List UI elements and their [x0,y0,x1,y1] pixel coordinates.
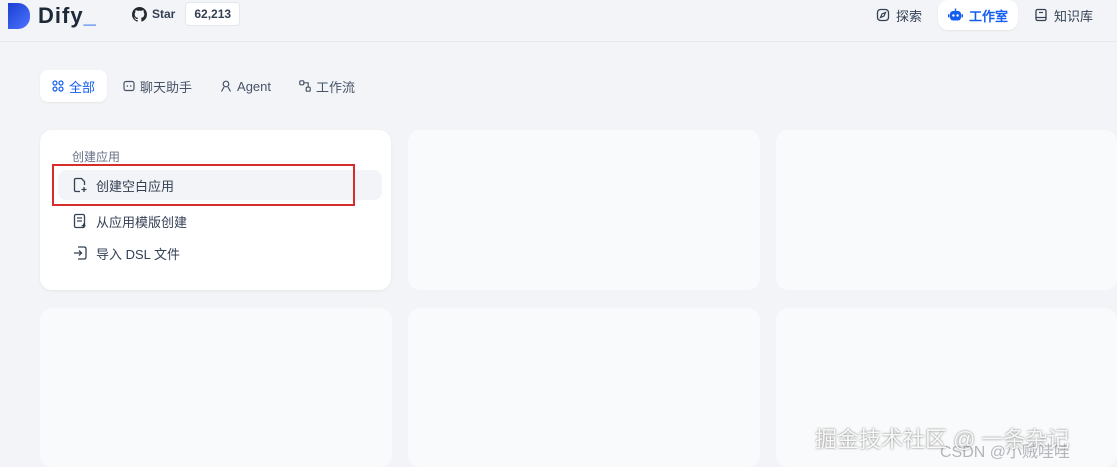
tab-workflow-label: 工作流 [316,79,356,95]
app-card-placeholder [408,308,760,467]
juejin-watermark: 掘金技术社区 @ 一条杂记 [815,427,1070,452]
grid-icon [52,80,64,92]
top-bar: Dify_ Star 62,213 探索 工作室 知识库 [0,0,1117,42]
main-nav: 探索 工作室 知识库 [866,0,1103,30]
nav-knowledge-label: 知识库 [1053,8,1093,24]
robot-icon [947,8,963,21]
tab-all-label: 全部 [69,79,96,95]
tab-agent-label: Agent [237,78,272,94]
github-star-button[interactable]: Star [126,6,181,22]
tab-agent[interactable]: Agent [208,70,283,102]
app-card-placeholder [40,308,392,467]
import-dsl-label: 导入 DSL 文件 [96,246,181,262]
import-dsl-button[interactable]: 导入 DSL 文件 [58,238,382,268]
app-type-tabs: 全部 聊天助手 Agent 工作流 [40,70,367,102]
book-icon [1035,8,1047,22]
nav-studio[interactable]: 工作室 [937,0,1018,30]
tab-chat-assistant[interactable]: 聊天助手 [111,70,204,102]
new-file-icon [73,177,87,193]
app-card-placeholder [408,130,760,290]
nav-knowledge[interactable]: 知识库 [1024,0,1103,30]
github-icon [132,6,147,22]
import-icon [74,246,87,260]
github-star-label: Star [152,7,176,21]
app-card-placeholder [776,130,1117,290]
create-app-card: 创建应用 创建空白应用 从应用模版创建 导入 DSL 文件 [40,130,391,290]
tab-all[interactable]: 全部 [40,70,108,102]
template-icon [73,213,86,229]
create-blank-app-button[interactable]: 创建空白应用 [58,170,382,200]
tab-chat-assistant-label: 聊天助手 [140,79,193,95]
nav-studio-label: 工作室 [968,8,1008,24]
agent-icon [221,80,232,92]
chat-icon [123,80,135,92]
create-from-template-label: 从应用模版创建 [96,214,188,230]
compass-icon [876,8,890,22]
create-from-template-button[interactable]: 从应用模版创建 [58,206,382,236]
github-star-widget[interactable]: Star 62,213 [126,2,241,26]
nav-explore-label: 探索 [895,8,922,24]
create-blank-app-label: 创建空白应用 [96,178,175,194]
github-star-count[interactable]: 62,213 [185,2,241,26]
workflow-icon [299,80,311,92]
logo-text: Dify_ [38,3,97,28]
dify-logo-mark [8,3,30,29]
create-app-title: 创建应用 [72,150,121,164]
nav-explore[interactable]: 探索 [866,0,932,30]
dify-logo[interactable]: Dify_ [8,2,97,30]
tab-workflow[interactable]: 工作流 [287,70,367,102]
